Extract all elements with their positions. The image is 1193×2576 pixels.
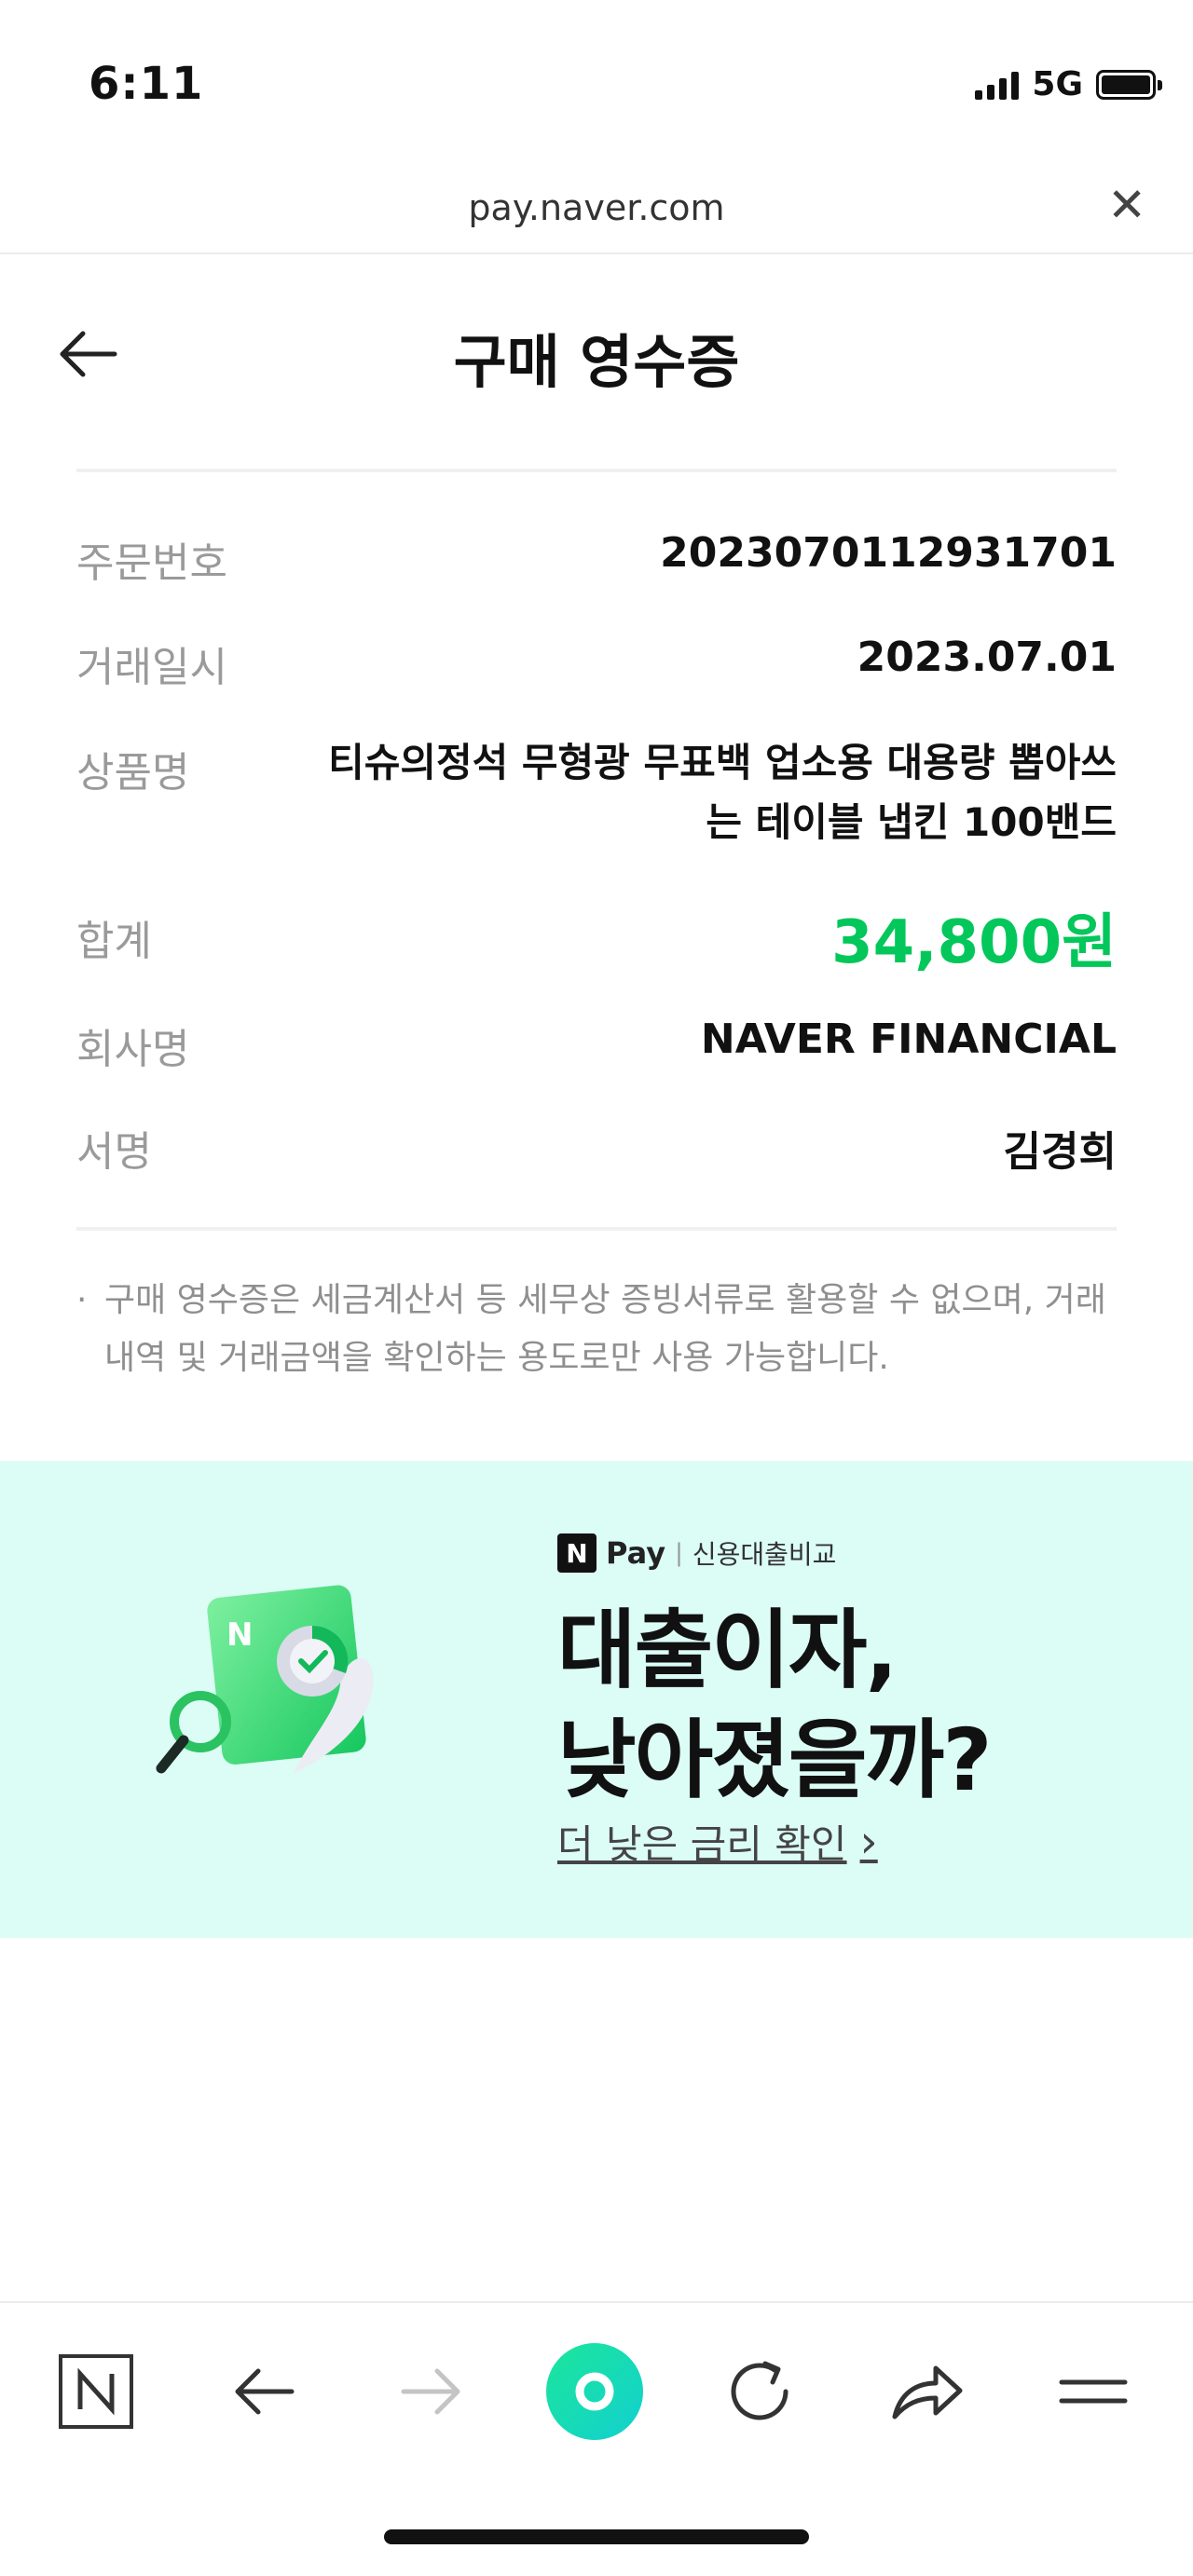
order-number-label: 주문번호 [76,539,227,587]
back-arrow-icon [235,2368,295,2415]
naver-home-icon [59,2354,133,2429]
browser-url-bar: pay.naver.com ✕ [0,172,1193,254]
browser-back-button[interactable] [213,2340,315,2443]
url-text: pay.naver.com [468,187,725,228]
share-icon [892,2365,963,2419]
transaction-date-row: 거래일시 2023.07.01 [76,634,1117,693]
green-dot-button[interactable] [543,2340,646,2443]
refresh-icon [731,2361,788,2420]
status-indicators: 5G [975,65,1162,103]
browser-forward-button[interactable] [380,2340,483,2443]
total-label: 합계 [76,918,152,965]
company-label: 회사명 [76,1026,190,1073]
banner-headline-line2: 낮아졌을까? [557,1711,993,1810]
signature-value: 김경희 [1003,1128,1117,1176]
npay-logo-icon: N [557,1533,596,1573]
brand-pay: Pay [606,1535,666,1571]
product-name-row: 상품명 티슈의정석 무형광 무표백 업소용 대용량 뽑아쓰는 테이블 냅킨 10… [76,739,1117,852]
product-name-label: 상품명 [76,749,190,797]
naver-home-button[interactable] [45,2340,147,2443]
order-number-value: 2023070112931701 [660,529,1117,577]
battery-icon [1096,69,1162,100]
top-divider [76,469,1117,472]
total-amount: 34,800원 [831,908,1117,977]
signal-icon [975,70,1020,100]
page-header: 구매 영수증 [0,261,1193,447]
green-dot-icon [546,2343,643,2440]
product-name-value: 티슈의정석 무형광 무표백 업소용 대용량 뽑아쓰는 테이블 냅킨 100밴드 [328,740,1117,845]
forward-arrow-icon [401,2368,460,2415]
brand-separator: | [675,1539,683,1567]
total-row: 합계 34,800원 [76,894,1117,980]
transaction-date-value: 2023.07.01 [857,634,1117,681]
home-indicator[interactable] [384,2529,809,2544]
chevron-right-icon: › [859,1815,878,1868]
menu-button[interactable] [1042,2340,1145,2443]
svg-text:N: N [226,1616,253,1654]
refresh-button[interactable] [708,2340,811,2443]
notice-text: 구매 영수증은 세금계산서 등 세무상 증빙서류로 활용할 수 없으며, 거래내… [104,1281,1106,1377]
company-value: NAVER FINANCIAL [700,1015,1117,1063]
status-time: 6:11 [89,58,204,110]
check-rate-link[interactable]: 더 낮은 금리 확인 › [557,1813,878,1870]
browser-toolbar [0,2301,1193,2478]
notice-bullet: · [76,1281,88,1319]
banner-headline: 대출이자, 낮아졌을까? [557,1596,1172,1816]
banner-headline-line1: 대출이자, [557,1601,898,1700]
page-title: 구매 영수증 [453,328,740,396]
company-row: 회사명 NAVER FINANCIAL [76,1015,1117,1075]
loan-illustration-icon: N [156,1585,374,1774]
close-icon[interactable]: ✕ [1107,182,1146,228]
order-number-row: 주문번호 2023070112931701 [76,529,1117,589]
receipt-notice: · 구매 영수증은 세금계산서 등 세무상 증빙서류로 활용할 수 없으며, 거… [76,1272,1120,1387]
signature-row: 서명 김경희 [76,1118,1117,1178]
menu-icon [1059,2379,1128,2404]
status-bar: 6:11 5G [0,0,1193,172]
check-rate-link-text: 더 낮은 금리 확인 [557,1821,847,1867]
signature-label: 서명 [76,1128,152,1176]
share-button[interactable] [876,2340,979,2443]
npay-brand: N Pay | 신용대출비교 [557,1533,836,1573]
network-label: 5G [1032,65,1083,103]
bottom-divider [76,1227,1117,1231]
loan-promo-banner[interactable]: N N Pay | 신용대출비교 대출이자, 낮아졌을까? 더 낮은 금리 확인… [0,1461,1193,1938]
brand-subtitle: 신용대출비교 [692,1539,837,1570]
transaction-date-label: 거래일시 [76,644,227,691]
